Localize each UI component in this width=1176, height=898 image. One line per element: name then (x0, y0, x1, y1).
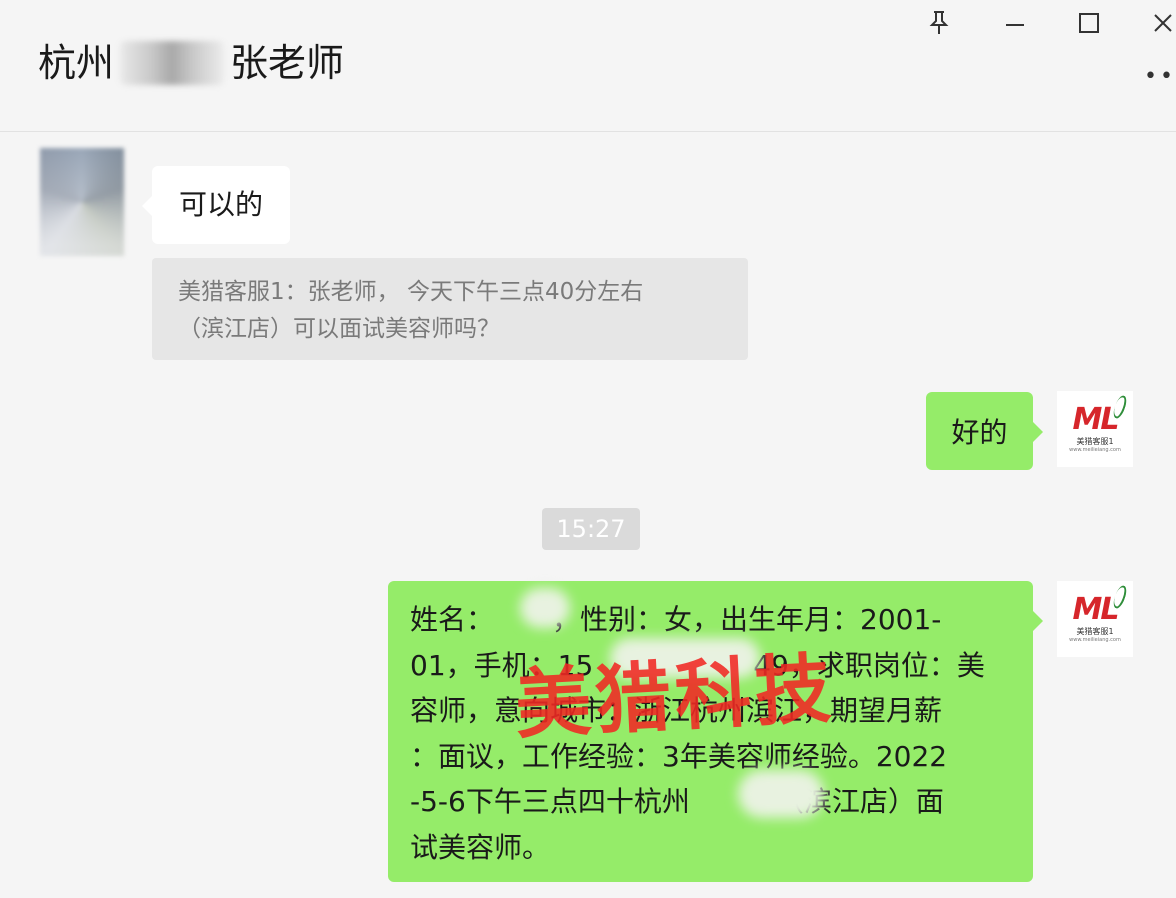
outgoing-message-text: 好的 (951, 416, 1008, 449)
info-line: -5-6下午三点四十杭州 （滨江店）面 (410, 785, 944, 818)
quote-line-2: （滨江店）可以面试美容师吗？ (178, 316, 500, 342)
logo-text: 美猎客服1 (1076, 436, 1114, 446)
contact-avatar[interactable] (40, 148, 124, 256)
info-line: 姓名： ，性别：女，出生年月：2001- (410, 603, 942, 636)
title-prefix: 杭州 (38, 41, 115, 85)
redacted-name (120, 41, 225, 85)
logo-mark: ML (1073, 393, 1130, 435)
minimize-icon[interactable] (998, 6, 1032, 40)
self-avatar[interactable]: ML 美猎客服1 www.meilieiang.com (1057, 391, 1133, 467)
logo-url: www.meilieiang.com (1069, 446, 1121, 453)
chat-title: 杭州 张老师 (38, 38, 344, 88)
more-icon[interactable]: ••• (1144, 64, 1176, 89)
self-avatar[interactable]: ML 美猎客服1 www.meilieiang.com (1057, 581, 1133, 657)
logo-mark: ML (1073, 583, 1130, 625)
quote-line-1: 美猎客服1：张老师， 今天下午三点40分左右 (178, 279, 644, 305)
info-line: 试美容师。 (410, 830, 551, 864)
title-suffix: 张老师 (230, 41, 345, 85)
incoming-message-text: 可以的 (178, 188, 263, 221)
logo-text: 美猎客服1 (1076, 626, 1114, 636)
quoted-message[interactable]: 美猎客服1：张老师， 今天下午三点40分左右 （滨江店）可以面试美容师吗？ (152, 258, 748, 360)
redaction-smudge (738, 770, 824, 818)
outgoing-message-bubble[interactable]: 好的 (926, 392, 1043, 470)
watermark: 美猎科技 (512, 643, 838, 750)
close-icon[interactable] (1146, 6, 1176, 40)
maximize-icon[interactable] (1072, 6, 1106, 40)
pin-icon[interactable] (922, 6, 956, 40)
incoming-message-bubble[interactable]: 可以的 (142, 166, 290, 244)
redaction-smudge (520, 588, 570, 628)
chat-header: 杭州 张老师 ••• (0, 0, 1176, 132)
timestamp: 15:27 (542, 508, 640, 550)
logo-url: www.meilieiang.com (1069, 636, 1121, 643)
